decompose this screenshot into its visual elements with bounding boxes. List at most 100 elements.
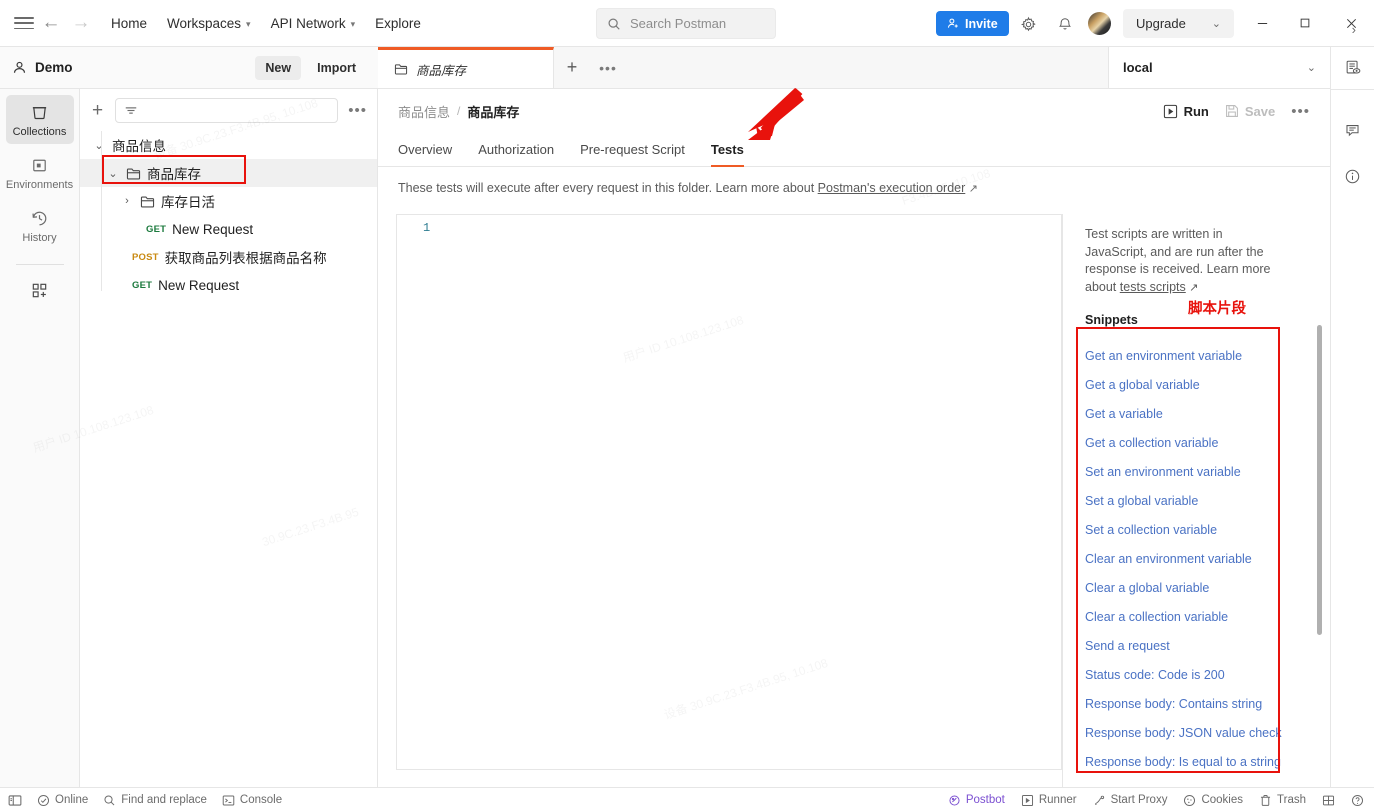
nav-item-api-network[interactable]: API Network ▾ <box>262 10 365 37</box>
tree-item-request-2-label: 获取商品列表根据商品名称 <box>164 251 327 266</box>
snippet-item[interactable]: Response body: Is equal to a string <box>1085 747 1312 776</box>
snippet-item[interactable]: Set an environment variable <box>1085 457 1312 486</box>
start-proxy-label: Start Proxy <box>1110 794 1168 806</box>
breadcrumb-parent[interactable]: 商品信息 <box>398 102 450 121</box>
sidebar-toggle-icon[interactable] <box>8 794 22 807</box>
tree-item-folder-daily[interactable]: › 库存日活 <box>80 187 377 215</box>
save-disk-icon <box>1225 104 1239 118</box>
snippet-item[interactable]: Response body: Contains string <box>1085 689 1312 718</box>
console-button[interactable]: Console <box>222 794 282 807</box>
sidebar-item-collections[interactable]: Collections <box>5 95 74 144</box>
more-horizontal-icon[interactable]: ••• <box>346 102 369 119</box>
more-horizontal-icon[interactable]: ••• <box>1291 103 1310 120</box>
annotation-snippets-label: 脚本片段 <box>1188 301 1246 317</box>
avatar[interactable] <box>1088 12 1111 35</box>
tab-authorization[interactable]: Authorization <box>478 142 554 166</box>
info-circle-icon[interactable] <box>1331 153 1374 199</box>
workspace-user-icon <box>12 60 27 75</box>
folder-icon <box>126 167 141 180</box>
snippet-item[interactable]: Send a request <box>1085 631 1312 660</box>
search-input[interactable]: Search Postman <box>596 8 776 39</box>
tab-more-icon[interactable]: ••• <box>590 47 626 88</box>
tree-item-request-2[interactable]: POST 获取商品列表根据商品名称 <box>80 243 377 271</box>
tests-script-editor[interactable]: 1 <box>396 214 1062 770</box>
maximize-button[interactable] <box>1291 10 1319 36</box>
tree-item-request-1[interactable]: GET New Request <box>80 215 377 243</box>
new-tab-button[interactable]: + <box>554 47 590 88</box>
snippet-item[interactable]: Status code: Code is 200 <box>1085 660 1312 689</box>
proxy-icon <box>1093 794 1106 807</box>
new-button[interactable]: New <box>255 55 302 80</box>
add-module-button[interactable] <box>6 273 74 306</box>
minimize-button[interactable] <box>1248 10 1276 36</box>
runner-button[interactable]: Runner <box>1021 794 1077 807</box>
environment-selector[interactable]: local ⌄ <box>1108 47 1330 89</box>
postbot-button[interactable]: Postbot <box>948 794 1005 807</box>
filter-input[interactable] <box>115 97 339 123</box>
sidebar-item-environments[interactable]: Environments <box>6 148 74 197</box>
breadcrumb-current[interactable]: 商品库存 <box>467 102 519 121</box>
snippets-scrollbar[interactable] <box>1317 325 1322 635</box>
snippet-item[interactable]: Set a global variable <box>1085 486 1312 515</box>
nav-item-home[interactable]: Home <box>102 10 156 37</box>
find-and-replace-button[interactable]: Find and replace <box>103 794 207 807</box>
cookies-button[interactable]: Cookies <box>1183 794 1243 807</box>
snippet-item[interactable]: Get a variable <box>1085 399 1312 428</box>
help-circle-icon[interactable] <box>1351 794 1364 807</box>
env-quick-look-button[interactable] <box>1331 47 1374 89</box>
comment-icon[interactable] <box>1331 107 1374 153</box>
import-button[interactable]: Import <box>307 56 366 80</box>
start-proxy-button[interactable]: Start Proxy <box>1093 794 1168 807</box>
bell-icon[interactable] <box>1053 12 1077 36</box>
tab-overview[interactable]: Overview <box>398 142 452 166</box>
upgrade-button[interactable]: Upgrade ⌄ <box>1123 9 1234 38</box>
gear-icon[interactable] <box>1016 12 1040 36</box>
forward-arrow-icon[interactable]: → <box>66 8 96 38</box>
app-header: ← → Home Workspaces ▾ API Network ▾ Expl… <box>0 0 1374 47</box>
plus-icon[interactable]: + <box>88 101 107 120</box>
console-label: Console <box>239 794 283 806</box>
workspace-name[interactable]: Demo <box>12 60 73 75</box>
nav-item-workspaces[interactable]: Workspaces ▾ <box>158 10 260 37</box>
runner-label: Runner <box>1038 794 1077 806</box>
collapse-snippets-button[interactable]: › <box>1352 22 1356 37</box>
invite-button[interactable]: Invite <box>936 11 1009 36</box>
tab-商品库存[interactable]: 商品库存 <box>378 47 554 88</box>
tests-scripts-link[interactable]: tests scripts <box>1120 280 1186 294</box>
nav-item-api-network-label: API Network <box>270 15 346 31</box>
layout-icon[interactable] <box>1322 794 1335 807</box>
snippet-item[interactable]: Clear a global variable <box>1085 573 1312 602</box>
tab-tests[interactable]: Tests <box>710 142 744 167</box>
sidebar-toolbar: + ••• <box>80 89 377 131</box>
nav-item-explore[interactable]: Explore <box>366 10 430 37</box>
chevron-right-icon[interactable]: › <box>120 195 134 207</box>
snippet-item[interactable]: Get an environment variable <box>1085 341 1312 370</box>
chevron-down-icon[interactable]: ⌄ <box>92 139 106 152</box>
status-bar: Online Find and replace Console Postbot … <box>0 787 1374 812</box>
snippet-item[interactable]: Get a global variable <box>1085 370 1312 399</box>
menu-hamburger-icon[interactable] <box>12 14 36 32</box>
status-online[interactable]: Online <box>37 794 88 807</box>
snippet-item[interactable]: Clear a collection variable <box>1085 602 1312 631</box>
tab-pre-request-script[interactable]: Pre-request Script <box>580 142 685 166</box>
sidebar-item-history[interactable]: History <box>6 201 74 250</box>
method-badge-get: GET <box>132 279 153 291</box>
save-button[interactable]: Save <box>1225 104 1275 119</box>
run-button[interactable]: Run <box>1163 104 1209 119</box>
trash-button[interactable]: Trash <box>1259 794 1306 807</box>
play-icon <box>1163 104 1178 119</box>
sidebar-item-collections-label: Collections <box>12 126 67 138</box>
chevron-down-icon[interactable]: ⌄ <box>106 167 120 180</box>
postman-execution-order-link[interactable]: Postman's execution order <box>818 181 966 195</box>
back-arrow-icon[interactable]: ← <box>36 8 66 38</box>
snippet-item[interactable]: Clear an environment variable <box>1085 544 1312 573</box>
tree-item-request-3[interactable]: GET New Request <box>80 271 377 299</box>
snippet-item[interactable]: Get a collection variable <box>1085 428 1312 457</box>
snippet-item[interactable]: Set a collection variable <box>1085 515 1312 544</box>
status-bar-left: Online Find and replace Console <box>8 794 282 807</box>
snippet-item[interactable]: Response body: JSON value check <box>1085 718 1312 747</box>
tree-item-folder-inventory[interactable]: ⌄ 商品库存 <box>80 159 377 187</box>
run-label: Run <box>1183 103 1209 119</box>
trash-label: Trash <box>1277 794 1306 806</box>
tree-item-collection[interactable]: ⌄ 商品信息 <box>80 131 377 159</box>
